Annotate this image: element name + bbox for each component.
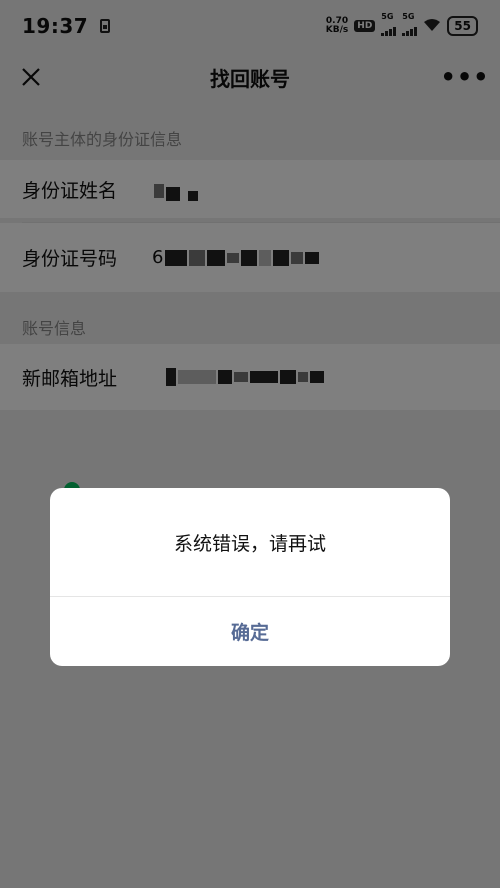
dialog-message: 系统错误，请再试 bbox=[173, 532, 326, 555]
confirm-button[interactable]: 确定 bbox=[50, 597, 450, 666]
error-dialog: 系统错误，请再试 确定 bbox=[50, 488, 450, 666]
modal-overlay bbox=[0, 0, 500, 888]
